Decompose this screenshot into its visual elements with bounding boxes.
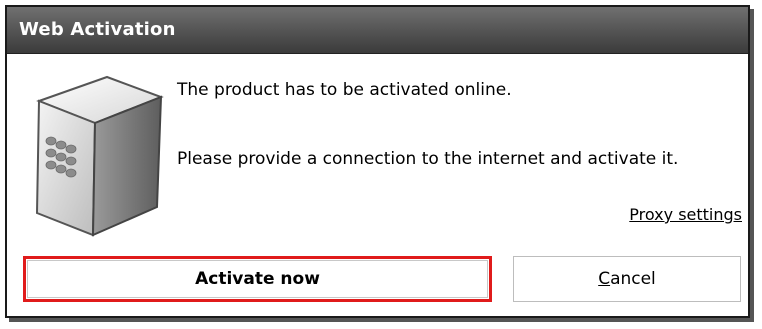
activation-message-line2: Please provide a connection to the inter… — [177, 149, 679, 169]
cancel-label-rest: ancel — [610, 269, 656, 289]
activate-now-button[interactable]: Activate now — [23, 256, 492, 302]
title-bar: Web Activation — [7, 7, 748, 54]
activation-message-line1: The product has to be activated online. — [177, 80, 512, 100]
server-box-icon — [35, 75, 164, 237]
dialog-title: Web Activation — [19, 19, 176, 40]
web-activation-dialog: Web Activation The product has to be act… — [5, 5, 750, 318]
cancel-mnemonic: C — [598, 269, 611, 289]
proxy-settings-link[interactable]: Proxy settings — [629, 205, 742, 224]
cancel-label: Cancel — [598, 269, 656, 289]
cancel-button[interactable]: Cancel — [513, 256, 741, 302]
activate-now-label: Activate now — [195, 269, 320, 289]
